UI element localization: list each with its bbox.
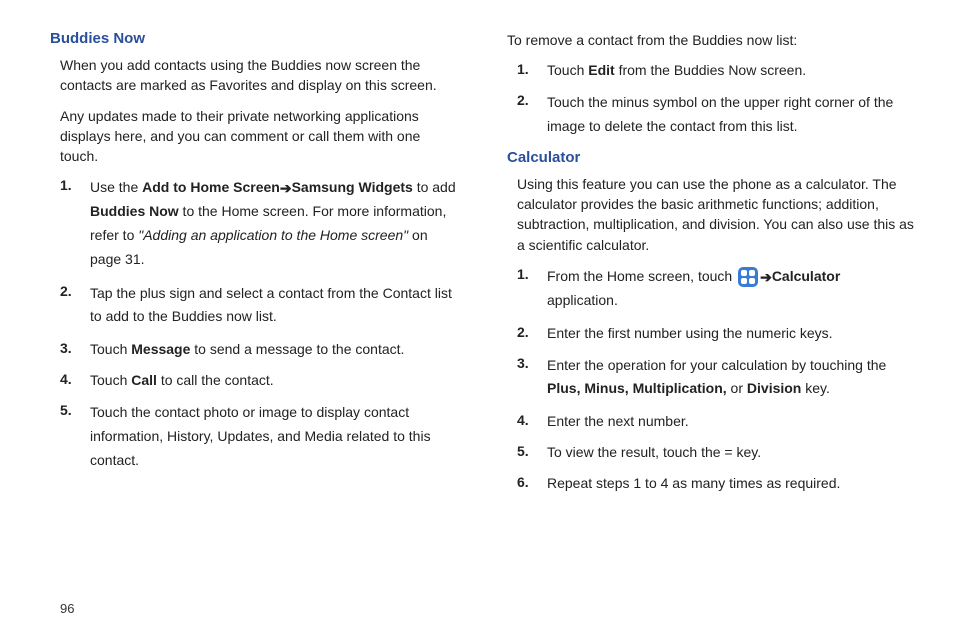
step-text: Enter the first number using the numeric…	[547, 323, 914, 344]
step-number: 3.	[517, 354, 547, 371]
text: Touch	[90, 372, 131, 388]
text: to call the contact.	[157, 372, 274, 388]
step-number: 4.	[60, 370, 90, 387]
step-text: Touch Edit from the Buddies Now screen.	[547, 60, 914, 81]
remove-steps-list: 1. Touch Edit from the Buddies Now scree…	[507, 60, 914, 139]
right-column: To remove a contact from the Buddies now…	[507, 30, 914, 504]
step-text: Use the Add to Home Screen ➔ Samsung Wid…	[90, 176, 457, 271]
list-item: 6. Repeat steps 1 to 4 as many times as …	[517, 473, 914, 494]
paragraph: Any updates made to their private networ…	[50, 106, 457, 167]
text: to add	[413, 179, 456, 195]
step-number: 5.	[60, 401, 90, 418]
list-item: 2. Enter the first number using the nume…	[517, 323, 914, 344]
step-number: 4.	[517, 411, 547, 428]
text: Touch	[90, 341, 131, 357]
step-number: 6.	[517, 473, 547, 490]
text: Use the	[90, 179, 142, 195]
bold-text: Call	[131, 372, 157, 388]
step-text: Enter the next number.	[547, 411, 914, 432]
calculator-steps-list: 1. From the Home screen, touch ➔ Calcula…	[507, 265, 914, 494]
step-number: 1.	[517, 60, 547, 77]
two-column-layout: Buddies Now When you add contacts using …	[50, 30, 914, 504]
step-number: 5.	[517, 442, 547, 459]
list-item: 5. Touch the contact photo or image to d…	[60, 401, 457, 472]
paragraph: To remove a contact from the Buddies now…	[507, 30, 914, 50]
heading-buddies-now: Buddies Now	[50, 30, 457, 47]
left-column: Buddies Now When you add contacts using …	[50, 30, 457, 504]
list-item: 2. Touch the minus symbol on the upper r…	[517, 91, 914, 139]
list-item: 1. From the Home screen, touch ➔ Calcula…	[517, 265, 914, 313]
step-text: Touch Call to call the contact.	[90, 370, 457, 391]
list-item: 5. To view the result, touch the = key.	[517, 442, 914, 463]
step-number: 2.	[517, 91, 547, 108]
arrow-icon: ➔	[280, 177, 292, 201]
arrow-icon: ➔	[760, 266, 772, 290]
text: to send a message to the contact.	[190, 341, 404, 357]
list-item: 4. Enter the next number.	[517, 411, 914, 432]
step-number: 3.	[60, 339, 90, 356]
text: or	[727, 380, 747, 396]
list-item: 1. Touch Edit from the Buddies Now scree…	[517, 60, 914, 81]
step-number: 2.	[517, 323, 547, 340]
apps-grid-icon	[738, 267, 758, 287]
step-text: Touch Message to send a message to the c…	[90, 339, 457, 360]
list-item: 3. Touch Message to send a message to th…	[60, 339, 457, 360]
paragraph: Using this feature you can use the phone…	[507, 174, 914, 255]
paragraph: When you add contacts using the Buddies …	[50, 55, 457, 96]
list-item: 2. Tap the plus sign and select a contac…	[60, 282, 457, 330]
step-number: 1.	[517, 265, 547, 282]
bold-text: Message	[131, 341, 190, 357]
step-text: Tap the plus sign and select a contact f…	[90, 282, 457, 330]
bold-text: Calculator	[772, 268, 840, 284]
italic-reference: "Adding an application to the Home scree…	[138, 227, 408, 243]
list-item: 1. Use the Add to Home Screen ➔ Samsung …	[60, 176, 457, 271]
bold-text: Division	[747, 380, 801, 396]
step-number: 2.	[60, 282, 90, 299]
bold-text: Plus, Minus, Multiplication,	[547, 380, 727, 396]
step-text: Touch the contact photo or image to disp…	[90, 401, 457, 472]
bold-text: Samsung Widgets	[292, 179, 413, 195]
step-text: Enter the operation for your calculation…	[547, 354, 914, 402]
manual-page: Buddies Now When you add contacts using …	[0, 0, 954, 636]
page-number: 96	[60, 601, 74, 616]
heading-calculator: Calculator	[507, 149, 914, 166]
step-text: Repeat steps 1 to 4 as many times as req…	[547, 473, 914, 494]
text: key.	[801, 380, 830, 396]
text: Enter the operation for your calculation…	[547, 357, 886, 373]
step-number: 1.	[60, 176, 90, 193]
list-item: 3. Enter the operation for your calculat…	[517, 354, 914, 402]
bold-text: Buddies Now	[90, 203, 179, 219]
text: From the Home screen, touch	[547, 268, 736, 284]
buddies-steps-list: 1. Use the Add to Home Screen ➔ Samsung …	[50, 176, 457, 472]
step-text: From the Home screen, touch ➔ Calculator…	[547, 265, 914, 313]
bold-text: Edit	[588, 62, 614, 78]
text: Touch	[547, 62, 588, 78]
text: from the Buddies Now screen.	[615, 62, 806, 78]
step-text: Touch the minus symbol on the upper righ…	[547, 91, 914, 139]
list-item: 4. Touch Call to call the contact.	[60, 370, 457, 391]
bold-text: Add to Home Screen	[142, 179, 280, 195]
step-text: To view the result, touch the = key.	[547, 442, 914, 463]
text: application.	[547, 292, 618, 308]
